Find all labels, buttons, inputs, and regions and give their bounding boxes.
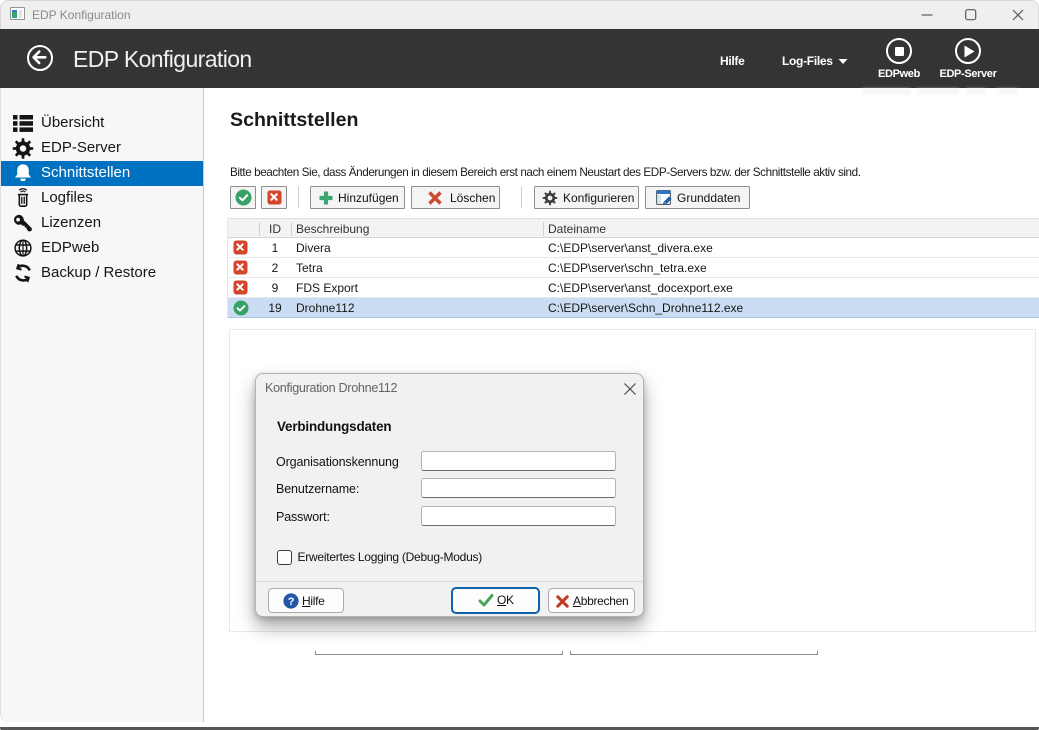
svg-text:?: ?: [288, 596, 295, 608]
